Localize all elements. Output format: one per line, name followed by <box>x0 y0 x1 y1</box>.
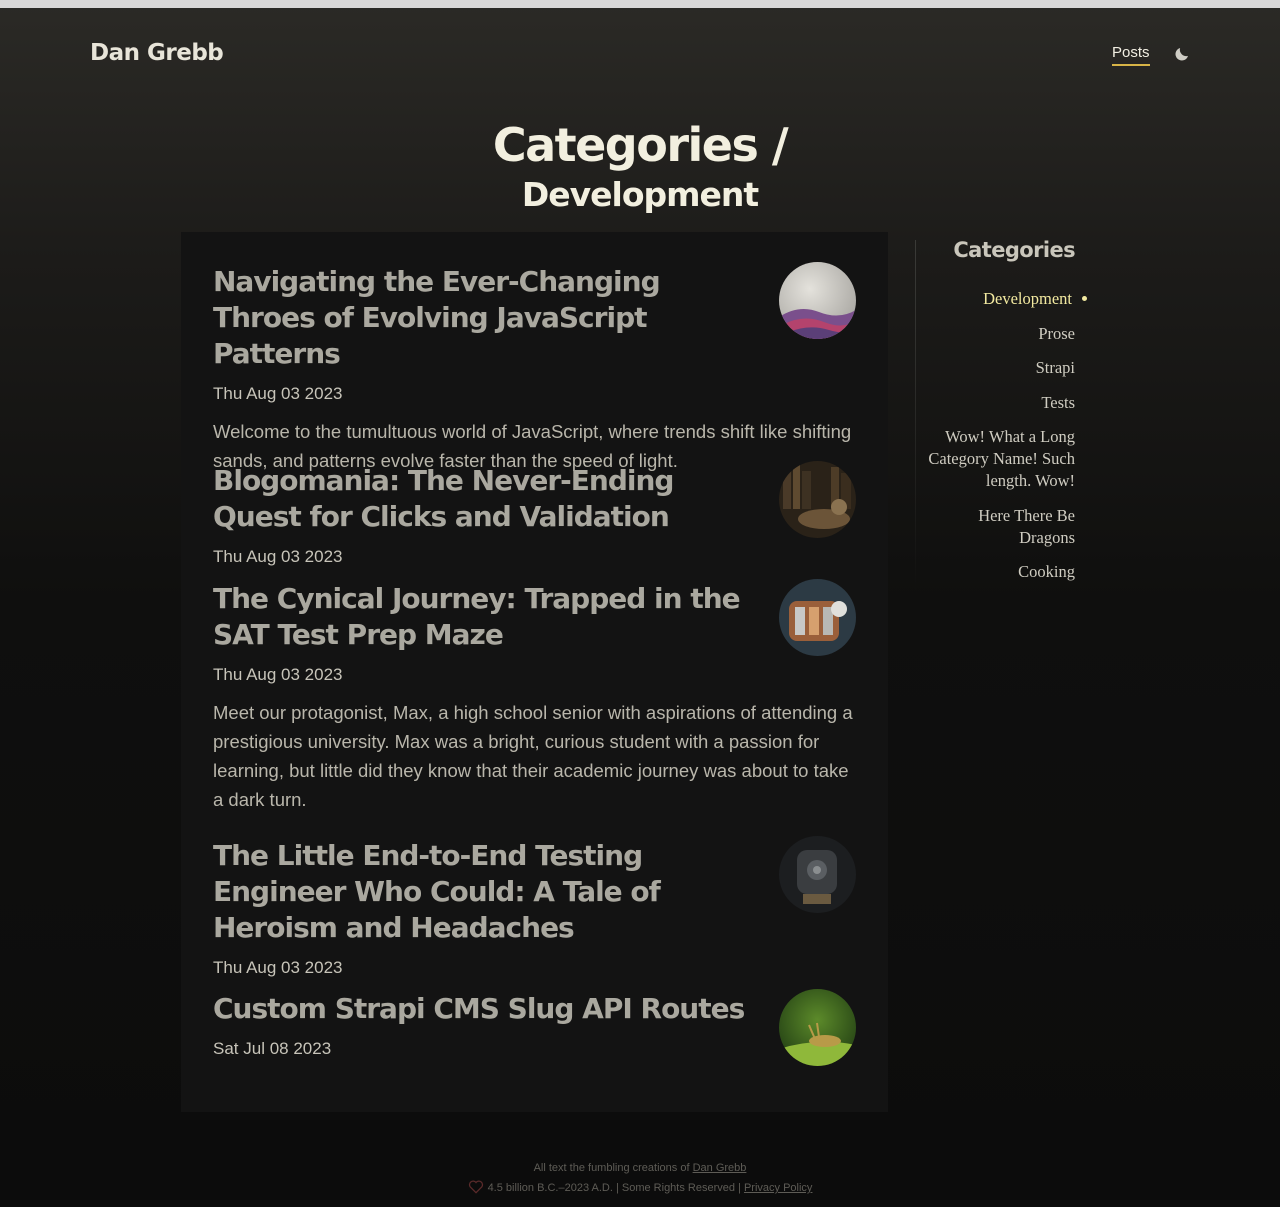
category-item: Strapi <box>925 357 1075 379</box>
category-item: Wow! What a Long Category Name! Such len… <box>925 426 1075 492</box>
footer-author-link[interactable]: Dan Grebb <box>693 1162 747 1174</box>
post-thumbnail[interactable] <box>779 262 856 339</box>
footer-credit: All text the fumbling creations of Dan G… <box>0 1158 1280 1178</box>
post-title-link[interactable]: Blogomania: The Never-Ending Quest for C… <box>213 463 758 535</box>
footer-copyright: 4.5 billion B.C.–2023 A.D. | Some Rights… <box>0 1178 1280 1198</box>
category-item: Here There Be Dragons <box>925 505 1075 549</box>
theme-toggle-button[interactable] <box>1170 42 1194 66</box>
active-dot-icon <box>1082 295 1087 301</box>
sidebar-divider <box>915 240 916 590</box>
post-item: Navigating the Ever-Changing Throes of E… <box>213 262 856 475</box>
page-heading: Categories / Development <box>0 118 1280 218</box>
post-date: Thu Aug 03 2023 <box>213 665 343 684</box>
robot-thumbnail-image <box>779 579 856 656</box>
category-link-strapi[interactable]: Strapi <box>925 357 1075 379</box>
post-date: Thu Aug 03 2023 <box>213 384 343 403</box>
heart-icon <box>468 1180 483 1194</box>
category-item: Prose <box>925 323 1075 345</box>
category-link-long-name[interactable]: Wow! What a Long Category Name! Such len… <box>925 426 1075 492</box>
post-excerpt: Meet our protagonist, Max, a high school… <box>213 702 853 810</box>
snail-thumbnail-image <box>779 989 856 1066</box>
category-link-cooking[interactable]: Cooking <box>925 561 1075 583</box>
category-link-prose[interactable]: Prose <box>925 323 1075 345</box>
site-brand-link[interactable]: Dan Grebb <box>90 40 224 66</box>
post-date: Sat Jul 08 2023 <box>213 1039 332 1058</box>
post-thumbnail[interactable] <box>779 836 856 913</box>
post-thumbnail[interactable] <box>779 461 856 538</box>
post-item: Blogomania: The Never-Ending Quest for C… <box>213 461 856 567</box>
post-item: The Cynical Journey: Trapped in the SAT … <box>213 579 856 814</box>
category-label: Development <box>983 289 1072 308</box>
footer-credit-text: All text the fumbling creations of <box>533 1162 690 1174</box>
site-footer: All text the fumbling creations of Dan G… <box>0 1158 1280 1198</box>
browser-top-bar <box>0 0 1280 8</box>
sidebar-title: Categories <box>953 238 1075 262</box>
category-link-dragons[interactable]: Here There Be Dragons <box>925 505 1075 549</box>
category-link-tests[interactable]: Tests <box>925 392 1075 414</box>
privacy-policy-link[interactable]: Privacy Policy <box>744 1182 812 1194</box>
category-item: Development <box>925 288 1087 310</box>
category-item: Cooking <box>925 561 1075 583</box>
page-subtitle: Development <box>521 175 759 214</box>
post-item: The Little End-to-End Testing Engineer W… <box>213 836 856 978</box>
library-thumbnail-image <box>779 461 856 538</box>
robot-engineer-thumbnail-image <box>779 836 856 913</box>
post-thumbnail[interactable] <box>779 989 856 1066</box>
post-list: Navigating the Ever-Changing Throes of E… <box>181 232 888 1112</box>
footer-copyright-text: 4.5 billion B.C.–2023 A.D. | Some Rights… <box>487 1182 741 1194</box>
post-date: Thu Aug 03 2023 <box>213 958 343 977</box>
category-link-development[interactable]: Development <box>925 288 1087 310</box>
post-title-link[interactable]: Custom Strapi CMS Slug API Routes <box>213 991 773 1027</box>
page-title: Categories / <box>492 118 789 172</box>
abstract-art-thumbnail-image <box>779 262 856 339</box>
category-list: Development Prose Strapi Tests Wow! What… <box>925 288 1087 596</box>
nav-posts-link[interactable]: Posts <box>1112 44 1150 66</box>
post-title-link[interactable]: The Little End-to-End Testing Engineer W… <box>213 838 758 946</box>
category-item: Tests <box>925 392 1075 414</box>
post-item: Custom Strapi CMS Slug API Routes Sat Ju… <box>213 989 856 1066</box>
post-thumbnail[interactable] <box>779 579 856 656</box>
post-title-link[interactable]: The Cynical Journey: Trapped in the SAT … <box>213 581 758 653</box>
post-date: Thu Aug 03 2023 <box>213 547 343 566</box>
post-title-link[interactable]: Navigating the Ever-Changing Throes of E… <box>213 264 758 372</box>
moon-icon <box>1175 48 1188 61</box>
